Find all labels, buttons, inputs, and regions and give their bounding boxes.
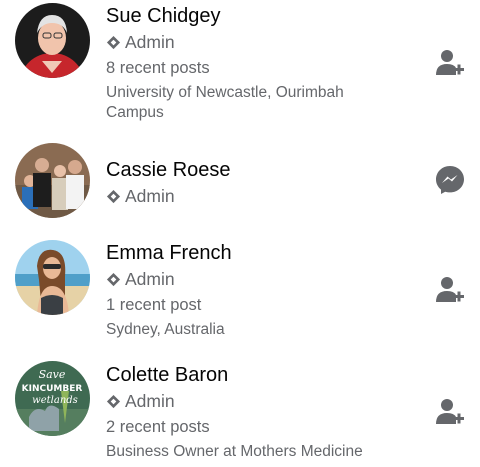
- role-text: Admin: [125, 269, 175, 289]
- message-button[interactable]: [434, 164, 466, 196]
- add-friend-icon: [436, 277, 464, 302]
- admin-badge-icon: [106, 189, 121, 204]
- member-detail: University of Newcastle, Ourimbah Campus: [106, 83, 366, 123]
- add-friend-icon: [436, 399, 464, 424]
- role-label: Admin: [106, 31, 175, 53]
- member-name[interactable]: Cassie Roese: [106, 158, 231, 182]
- member-name[interactable]: Colette Baron: [106, 363, 228, 387]
- admin-member-list: Sue Chidgey Admin 8 recent posts Univers…: [0, 0, 480, 467]
- avatar-text-line2: KINCUMBER: [22, 384, 83, 394]
- member-name[interactable]: Sue Chidgey: [106, 4, 221, 28]
- list-item[interactable]: Cassie Roese Admin: [0, 140, 480, 230]
- add-friend-icon: [436, 50, 464, 75]
- recent-posts-count: 1 recent post: [106, 296, 202, 314]
- member-name[interactable]: Emma French: [106, 241, 232, 265]
- list-item[interactable]: Save KINCUMBER wetlands Colette Baron Ad…: [0, 358, 480, 467]
- add-friend-button[interactable]: [434, 47, 466, 79]
- admin-badge-icon: [106, 35, 121, 50]
- role-text: Admin: [125, 391, 175, 411]
- list-item[interactable]: Emma French Admin 1 recent post Sydney, …: [0, 237, 480, 347]
- add-friend-button[interactable]: [434, 396, 466, 428]
- avatar-text-line3: wetlands: [32, 395, 78, 406]
- role-label: Admin: [106, 390, 175, 412]
- admin-badge-icon: [106, 394, 121, 409]
- role-label: Admin: [106, 185, 175, 207]
- recent-posts-count: 8 recent posts: [106, 59, 210, 77]
- list-item[interactable]: Sue Chidgey Admin 8 recent posts Univers…: [0, 0, 480, 125]
- workplace-text: Business Owner at Mothers Medicine: [106, 443, 363, 460]
- workplace-text: University of Newcastle, Ourimbah Campus: [106, 84, 344, 121]
- add-friend-button[interactable]: [434, 274, 466, 306]
- role-text: Admin: [125, 32, 175, 52]
- role-label: Admin: [106, 268, 175, 290]
- avatar[interactable]: [15, 3, 90, 78]
- avatar[interactable]: Save KINCUMBER wetlands: [15, 361, 90, 436]
- admin-badge-icon: [106, 272, 121, 287]
- role-text: Admin: [125, 186, 175, 206]
- avatar[interactable]: [15, 143, 90, 218]
- avatar[interactable]: [15, 240, 90, 315]
- messenger-icon: [436, 166, 464, 194]
- recent-posts-count: 2 recent posts: [106, 418, 210, 436]
- avatar-text-line1: Save: [39, 368, 66, 381]
- location-text: Sydney, Australia: [106, 321, 225, 338]
